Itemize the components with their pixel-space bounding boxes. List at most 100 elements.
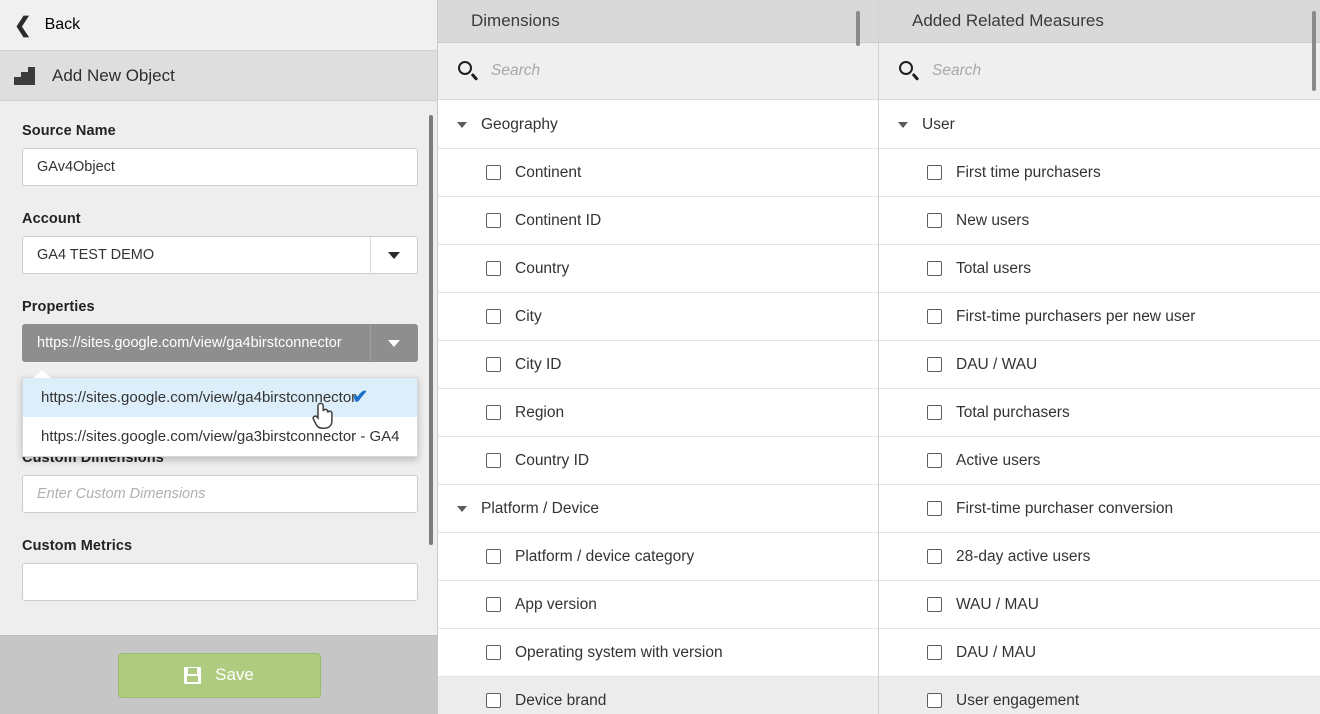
list-item-label: First time purchasers — [956, 164, 1101, 182]
checkbox[interactable] — [486, 213, 501, 228]
checkbox[interactable] — [927, 549, 942, 564]
group-header-label: Geography — [481, 116, 558, 134]
list-item[interactable]: First-time purchaser conversion — [879, 485, 1320, 533]
checkbox[interactable] — [927, 645, 942, 660]
checkbox[interactable] — [927, 261, 942, 276]
list-item[interactable]: DAU / WAU — [879, 341, 1320, 389]
properties-dropdown-menu[interactable]: https://sites.google.com/view/ga4birstco… — [22, 377, 418, 457]
source-name-input[interactable]: GAv4Object — [22, 148, 418, 186]
checkbox[interactable] — [486, 453, 501, 468]
list-item[interactable]: Total purchasers — [879, 389, 1320, 437]
custom-metrics-input[interactable] — [22, 563, 418, 601]
group-header-platform-device[interactable]: Platform / Device — [438, 485, 878, 533]
caret-down-icon — [898, 122, 908, 128]
list-item[interactable]: 28-day active users — [879, 533, 1320, 581]
search-icon — [899, 61, 919, 81]
list-item-label: City ID — [515, 356, 562, 374]
list-item[interactable]: City — [438, 293, 878, 341]
list-item[interactable]: Total users — [879, 245, 1320, 293]
bar-steps-icon — [14, 67, 36, 85]
source-name-label: Source Name — [22, 123, 418, 139]
list-item-label: Continent ID — [515, 212, 601, 230]
dimensions-search-input[interactable]: Search — [491, 62, 540, 80]
list-item[interactable]: Country — [438, 245, 878, 293]
chevron-down-icon — [370, 325, 417, 361]
search-icon — [458, 61, 478, 81]
checkbox[interactable] — [486, 549, 501, 564]
checkbox[interactable] — [486, 357, 501, 372]
checkbox[interactable] — [927, 693, 942, 708]
list-item-label: DAU / MAU — [956, 644, 1036, 662]
checkbox[interactable] — [486, 405, 501, 420]
group-header-user[interactable]: User — [879, 101, 1320, 149]
dimensions-panel: Dimensions Search GeographyContinentCont… — [438, 0, 879, 714]
list-item-label: WAU / MAU — [956, 596, 1039, 614]
page-title-bar: Add New Object — [0, 51, 437, 101]
checkbox[interactable] — [927, 357, 942, 372]
measures-search-row[interactable]: Search — [879, 43, 1320, 100]
list-item-label: App version — [515, 596, 597, 614]
back-label: Back — [45, 16, 81, 34]
checkbox[interactable] — [486, 261, 501, 276]
floppy-disk-icon — [184, 667, 201, 684]
list-item[interactable]: First-time purchasers per new user — [879, 293, 1320, 341]
measures-search-input[interactable]: Search — [932, 62, 981, 80]
left-form-panel: ❮ Back Add New Object Source Name GAv4Ob… — [0, 0, 438, 714]
measures-scrollbar[interactable] — [1312, 11, 1316, 91]
caret-down-icon — [457, 506, 467, 512]
list-item-label: Country ID — [515, 452, 589, 470]
checkbox[interactable] — [486, 309, 501, 324]
list-item[interactable]: App version — [438, 581, 878, 629]
list-item-label: Continent — [515, 164, 581, 182]
list-item[interactable]: First time purchasers — [879, 149, 1320, 197]
checkbox[interactable] — [486, 645, 501, 660]
account-label: Account — [22, 211, 418, 227]
list-item[interactable]: Active users — [879, 437, 1320, 485]
list-item[interactable]: New users — [879, 197, 1320, 245]
account-select[interactable]: GA4 TEST DEMO — [22, 236, 418, 274]
custom-dimensions-input[interactable]: Enter Custom Dimensions — [22, 475, 418, 513]
checkbox[interactable] — [927, 213, 942, 228]
back-button[interactable]: ❮ Back — [0, 0, 437, 51]
properties-option-1[interactable]: https://sites.google.com/view/ga3birstco… — [23, 417, 417, 456]
list-item-label: User engagement — [956, 692, 1079, 710]
list-item[interactable]: City ID — [438, 341, 878, 389]
properties-select[interactable]: https://sites.google.com/view/ga4birstco… — [22, 324, 418, 362]
list-item[interactable]: Platform / device category — [438, 533, 878, 581]
checkbox[interactable] — [927, 501, 942, 516]
checkbox[interactable] — [927, 165, 942, 180]
left-panel-scrollbar[interactable] — [429, 115, 433, 545]
save-button[interactable]: Save — [118, 653, 321, 698]
list-item[interactable]: Continent — [438, 149, 878, 197]
list-item[interactable]: Country ID — [438, 437, 878, 485]
list-item[interactable]: Operating system with version — [438, 629, 878, 677]
properties-option-0-label: https://sites.google.com/view/ga4birstco… — [41, 389, 356, 406]
checkbox[interactable] — [927, 453, 942, 468]
list-item-label: Total purchasers — [956, 404, 1070, 422]
properties-option-0[interactable]: https://sites.google.com/view/ga4birstco… — [23, 378, 417, 417]
checkbox[interactable] — [927, 597, 942, 612]
list-item-label: Country — [515, 260, 569, 278]
list-item[interactable]: Region — [438, 389, 878, 437]
list-item-label: First-time purchaser conversion — [956, 500, 1173, 518]
list-item[interactable]: WAU / MAU — [879, 581, 1320, 629]
checkbox[interactable] — [486, 597, 501, 612]
list-item-label: 28-day active users — [956, 548, 1090, 566]
checkbox[interactable] — [486, 693, 501, 708]
form-scroll-area: Source Name GAv4Object Account GA4 TEST … — [0, 101, 438, 635]
list-item[interactable]: Continent ID — [438, 197, 878, 245]
list-item[interactable]: Device brand — [438, 677, 878, 714]
list-item[interactable]: User engagement — [879, 677, 1320, 714]
group-header-label: Platform / Device — [481, 500, 599, 518]
properties-option-1-label: https://sites.google.com/view/ga3birstco… — [41, 428, 400, 445]
checkbox[interactable] — [486, 165, 501, 180]
dimensions-search-row[interactable]: Search — [438, 43, 878, 100]
list-item[interactable]: DAU / MAU — [879, 629, 1320, 677]
caret-down-icon — [457, 122, 467, 128]
checkbox[interactable] — [927, 405, 942, 420]
checkbox[interactable] — [927, 309, 942, 324]
app-root: ❮ Back Add New Object Source Name GAv4Ob… — [0, 0, 1320, 714]
dimensions-scrollbar[interactable] — [856, 11, 860, 46]
back-chevron-icon: ❮ — [14, 15, 32, 36]
group-header-geography[interactable]: Geography — [438, 101, 878, 149]
